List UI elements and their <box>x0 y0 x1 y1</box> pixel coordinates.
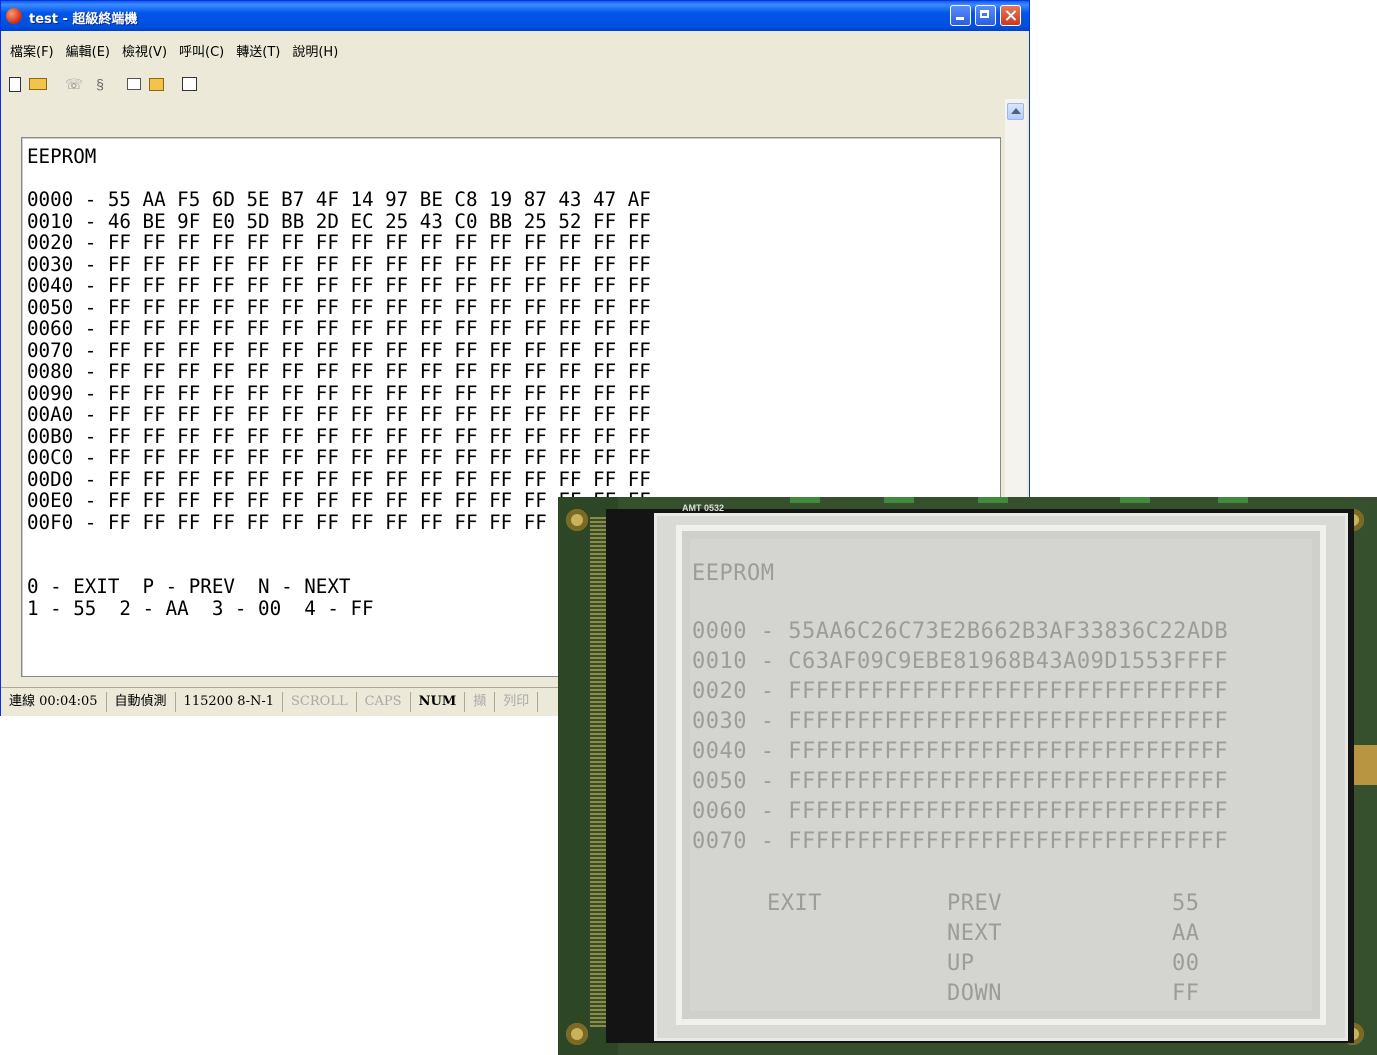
menu-bar: 檔案(F) 編輯(E) 檢視(V) 呼叫(C) 轉送(T) 說明(H) <box>1 41 350 63</box>
pcb-tab <box>790 497 820 503</box>
menu-call[interactable]: 呼叫(C) <box>179 41 224 63</box>
lcd-heading: EEPROM <box>692 561 775 586</box>
hex-row: 0020 - FF FF FF FF FF FF FF FF FF FF FF … <box>27 231 651 254</box>
hex-row: 0090 - FF FF FF FF FF FF FF FF FF FF FF … <box>27 381 651 405</box>
lcd-row: 0050 - FFFFFFFFFFFFFFFFFFFFFFFFFFFFFFFF <box>692 769 1229 794</box>
hex-row: 00D0 - FF FF FF FF FF FF FF FF FF FF FF … <box>27 467 651 491</box>
close-icon <box>1001 6 1020 25</box>
lcd-screen: EEPROM 0000 - 55AA6C26C73E2B662B3AF33836… <box>690 539 1312 1011</box>
lcd-value-2: AA <box>1172 921 1200 946</box>
hex-row: 0080 - FF FF FF FF FF FF FF FF FF FF FF … <box>27 360 651 383</box>
hex-row: 0060 - FF FF FF FF FF FF FF FF FF FF FF … <box>27 317 651 340</box>
mounting-hole <box>566 1023 588 1045</box>
status-detect: 自動偵測 <box>107 692 176 712</box>
pcb-tab <box>884 497 914 503</box>
menu-help[interactable]: 說明(H) <box>292 41 338 63</box>
scroll-up-button[interactable] <box>1007 103 1024 120</box>
new-document-icon[interactable] <box>9 76 21 92</box>
mounting-hole <box>566 509 588 531</box>
lcd-menu-next: NEXT <box>947 921 1002 946</box>
hex-row: 0010 - 46 BE 9F E0 5D BB 2D EC 25 43 C0 … <box>27 209 651 233</box>
title-bar[interactable]: test - 超級終端機 <box>1 1 1029 31</box>
menu-view[interactable]: 檢視(V) <box>122 41 167 63</box>
phone-icon[interactable]: ☏ <box>65 76 83 92</box>
status-caps: CAPS <box>357 692 411 712</box>
lcd-row: 0070 - FFFFFFFFFFFFFFFFFFFFFFFFFFFFFFFF <box>692 829 1229 854</box>
lcd-row: 0030 - FFFFFFFFFFFFFFFFFFFFFFFFFFFFFFFF <box>692 709 1229 734</box>
pcb-tab <box>1218 497 1248 503</box>
lcd-row: 0040 - FFFFFFFFFFFFFFFFFFFFFFFFFFFFFFFF <box>692 739 1229 764</box>
open-folder-icon[interactable] <box>29 78 47 90</box>
lcd-module-photo: AMT 0532 EEPROM 0000 - 55AA6C26C73E2B662… <box>558 497 1377 1055</box>
lcd-value-4: FF <box>1172 981 1200 1006</box>
lcd-row: 0010 - C63AF09C9EBE81968B43A09D1553FFFF <box>692 649 1229 674</box>
menu-transfer[interactable]: 轉送(T) <box>236 41 280 63</box>
menu-edit[interactable]: 編輯(E) <box>66 41 110 63</box>
status-connection-time: 連線 00:04:05 <box>1 692 107 712</box>
hex-row: 0000 - 55 AA F5 6D 5E B7 4F 14 97 BE C8 … <box>27 188 651 211</box>
lcd-value-1: 55 <box>1172 891 1200 916</box>
status-print: 列印 <box>495 692 539 712</box>
status-port-settings: 115200 8-N-1 <box>176 692 284 712</box>
lcd-row: 0000 - 55AA6C26C73E2B662B3AF33836C22ADB <box>692 619 1229 644</box>
pcb-tab <box>1120 497 1150 503</box>
window-title: test - 超級終端機 <box>29 12 138 27</box>
maximize-button[interactable] <box>975 5 996 26</box>
lcd-row: 0060 - FFFFFFFFFFFFFFFFFFFFFFFFFFFFFFFF <box>692 799 1229 824</box>
terminal-heading: EEPROM <box>27 145 97 168</box>
terminal-menu-line2: 1 - 55 2 - AA 3 - 00 4 - FF <box>27 596 374 620</box>
toolbar: ☏ § <box>9 73 197 95</box>
status-scroll: SCROLL <box>283 692 357 712</box>
lcd-model-label: AMT 0532 <box>682 503 725 513</box>
hex-row: 00B0 - FF FF FF FF FF FF FF FF FF FF FF … <box>27 424 651 448</box>
terminal-menu-line1: 0 - EXIT P - PREV N - NEXT <box>27 575 351 598</box>
hex-row: 0030 - FF FF FF FF FF FF FF FF FF FF FF … <box>27 252 651 276</box>
lcd-menu-down: DOWN <box>947 981 1002 1006</box>
hex-row: 00A0 - FF FF FF FF FF FF FF FF FF FF FF … <box>27 403 651 426</box>
close-button[interactable] <box>1000 5 1021 26</box>
lcd-menu-prev: PREV <box>947 891 1002 916</box>
hex-row: 0050 - FF FF FF FF FF FF FF FF FF FF FF … <box>27 295 651 319</box>
lcd-menu-exit: EXIT <box>767 891 822 916</box>
lcd-menu-up: UP <box>947 951 975 976</box>
maximize-icon <box>976 6 995 25</box>
menu-file[interactable]: 檔案(F) <box>10 41 54 63</box>
app-icon[interactable] <box>6 8 22 24</box>
send-icon[interactable] <box>127 78 141 90</box>
minimize-button[interactable] <box>950 5 971 26</box>
properties-icon[interactable] <box>182 77 197 91</box>
hex-row: 0040 - FF FF FF FF FF FF FF FF FF FF FF … <box>27 274 651 297</box>
pcb-tab <box>978 497 1008 503</box>
hex-row: 00C0 - FF FF FF FF FF FF FF FF FF FF FF … <box>27 446 651 469</box>
lcd-row: 0020 - FFFFFFFFFFFFFFFFFFFFFFFFFFFFFFFF <box>692 679 1229 704</box>
receive-icon[interactable] <box>149 77 164 91</box>
disconnect-icon[interactable]: § <box>91 76 109 92</box>
lcd-glass: EEPROM 0000 - 55AA6C26C73E2B662B3AF33836… <box>676 525 1326 1025</box>
minimize-icon <box>951 6 970 25</box>
status-capture: 擷 <box>465 692 496 712</box>
hex-row: 0070 - FF FF FF FF FF FF FF FF FF FF FF … <box>27 338 651 362</box>
lcd-value-3: 00 <box>1172 951 1200 976</box>
status-num: NUM <box>411 692 466 712</box>
